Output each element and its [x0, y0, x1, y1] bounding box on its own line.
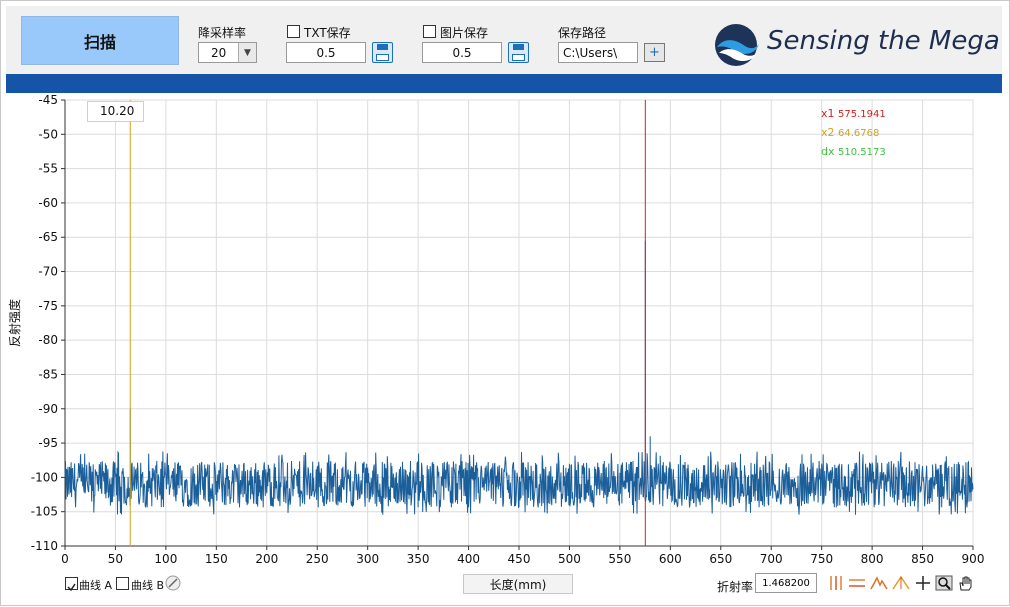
y-tick-label: -65 — [38, 230, 58, 244]
x-tick-label: 250 — [306, 552, 329, 566]
x2-value: 64.6768 — [838, 128, 880, 139]
y-tick-label: -90 — [38, 402, 58, 416]
dx-label: dx — [821, 145, 835, 158]
check-icon — [67, 583, 76, 592]
y-tick-label: -80 — [38, 333, 58, 347]
x1-annotation: x1 575.1941 — [821, 107, 886, 120]
curve-a-label: 曲线 A — [79, 579, 113, 592]
x-tick-label: 850 — [911, 552, 934, 566]
y-tick-label: -100 — [31, 470, 58, 484]
curve-a-checkbox[interactable] — [65, 577, 78, 592]
x-tick-label: 300 — [356, 552, 379, 566]
y-tick-label: -110 — [31, 539, 58, 553]
y-tick-label: -55 — [38, 162, 58, 176]
y-axis-label: 反射强度 — [7, 299, 22, 347]
crosshair-icon[interactable] — [914, 575, 932, 591]
x-tick-label: 200 — [255, 552, 278, 566]
horizontal-cursors-icon[interactable] — [848, 575, 866, 591]
zoom-icon[interactable] — [935, 575, 953, 591]
x-tick-label: 500 — [558, 552, 581, 566]
x-tick-label: 650 — [709, 552, 732, 566]
x-axis-label: 长度(mm) — [463, 574, 573, 594]
curve-style-icon[interactable] — [165, 575, 181, 591]
peak-find-icon[interactable] — [892, 575, 910, 591]
x-tick-label: 150 — [205, 552, 228, 566]
y-tick-label: -105 — [31, 505, 58, 519]
x1-value: 575.1941 — [838, 109, 886, 120]
x2-label: x2 — [821, 126, 835, 139]
x1-label: x1 — [821, 107, 835, 120]
x-tick-label: 0 — [61, 552, 69, 566]
x-tick-label: 900 — [962, 552, 985, 566]
x-tick-label: 50 — [108, 552, 123, 566]
cursor-readout[interactable]: 10.20 — [87, 101, 144, 122]
dx-value: 510.5173 — [838, 147, 886, 158]
x-tick-label: 750 — [810, 552, 833, 566]
y-tick-label: -60 — [38, 196, 58, 210]
y-tick-label: -85 — [38, 367, 58, 381]
x-tick-label: 100 — [154, 552, 177, 566]
y-tick-label: -95 — [38, 436, 58, 450]
x-tick-label: 350 — [407, 552, 430, 566]
x-tick-label: 550 — [608, 552, 631, 566]
vertical-cursors-icon[interactable] — [827, 575, 845, 591]
y-tick-label: -50 — [38, 127, 58, 141]
x-tick-label: 700 — [760, 552, 783, 566]
refractive-index-input[interactable]: 1.468200 — [755, 573, 817, 593]
x2-annotation: x2 64.6768 — [821, 126, 879, 139]
pan-hand-icon[interactable] — [957, 575, 975, 591]
y-tick-label: -75 — [38, 299, 58, 313]
x-tick-label: 400 — [457, 552, 480, 566]
dx-annotation: dx 510.5173 — [821, 145, 886, 158]
curve-b-label: 曲线 B — [131, 579, 165, 592]
peak-marker-icon[interactable] — [870, 575, 888, 591]
x-tick-label: 450 — [508, 552, 531, 566]
app-window: 扫描 降采样率 20 ▼ TXT保存 0.5 图片保存 0.5 保存路径 C:\… — [0, 0, 1010, 606]
y-tick-label: -70 — [38, 265, 58, 279]
reflection-chart[interactable]: -45 -50 -55 -60 -65 -70 -75 -80 -85 -90 -95 -100 -10… — [1, 1, 1010, 607]
y-tick-label: -45 — [38, 93, 58, 107]
refractive-index-label: 折射率 — [717, 580, 754, 594]
curve-b-checkbox[interactable] — [116, 577, 129, 590]
x-tick-label: 800 — [861, 552, 884, 566]
x-tick-label: 600 — [659, 552, 682, 566]
